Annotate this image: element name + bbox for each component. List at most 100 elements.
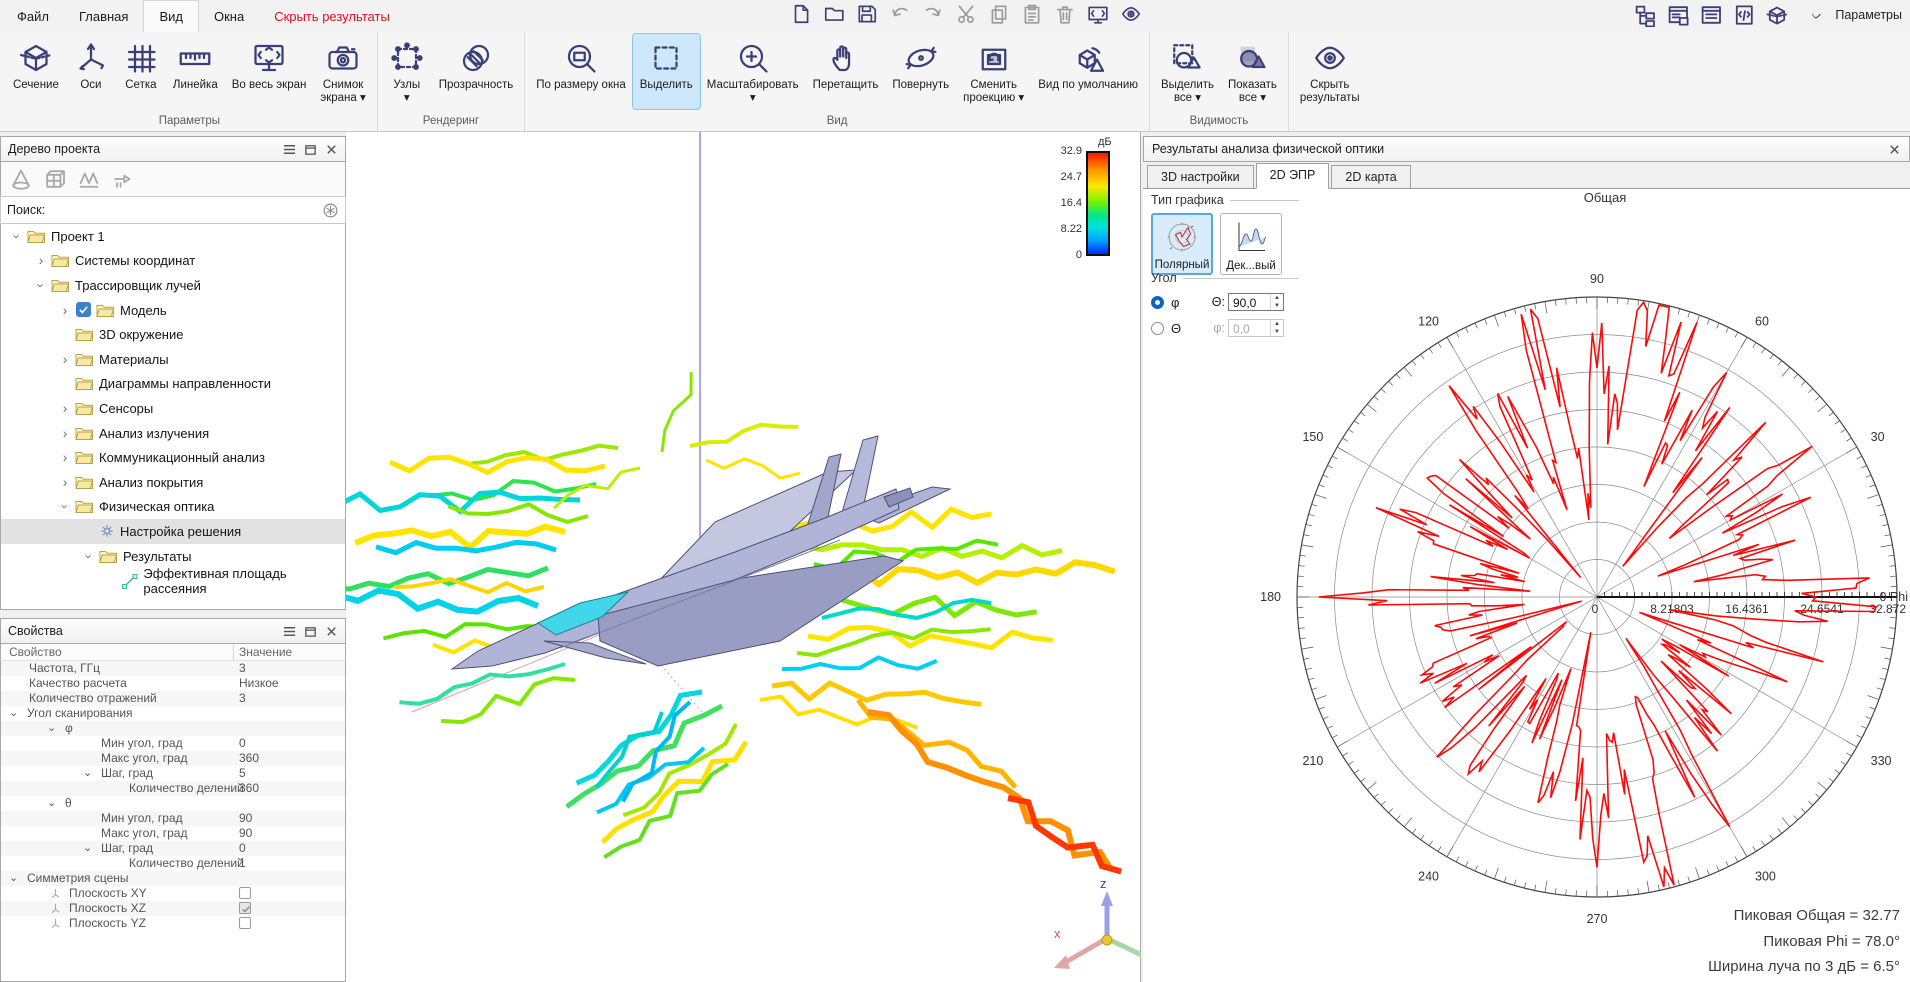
save-icon[interactable] [856, 3, 878, 25]
tree-item-Физическая оптика[interactable]: ›Физическая оптика [1, 495, 345, 520]
menu-tab-Окна[interactable]: Окна [199, 0, 259, 32]
hatch-icon[interactable] [77, 167, 101, 191]
property-row-Количество делений[interactable]: Количество делений360 [1, 781, 345, 796]
property-row-Шаг, град[interactable]: ⌄Шаг, град5 [1, 766, 345, 781]
property-expander[interactable]: ⌄ [9, 706, 18, 721]
menu-icon[interactable] [283, 625, 296, 638]
window-list-icon[interactable] [1666, 3, 1690, 27]
window-props-icon[interactable] [1699, 3, 1723, 27]
chevron-up-icon[interactable]: ᨆ [1812, 8, 1823, 23]
results-tab-3D настройки[interactable]: 3D настройки [1147, 165, 1254, 188]
property-row-Шаг, град[interactable]: ⌄Шаг, град0 [1, 841, 345, 856]
tree-expander[interactable]: › [82, 548, 97, 564]
search-input[interactable] [51, 200, 316, 220]
ribbon-button-grid[interactable]: Сетка [116, 34, 166, 109]
ribbon-button-zoom[interactable]: Масштабировать ▾ [700, 34, 806, 109]
delete-icon[interactable] [1054, 3, 1076, 25]
ribbon-button-rotate[interactable]: Повернуть [885, 34, 956, 109]
undo-icon[interactable] [889, 3, 911, 25]
property-row-Частота, ГГц[interactable]: Частота, ГГц3 [1, 661, 345, 676]
property-checkbox[interactable] [239, 902, 251, 914]
ribbon-button-select[interactable]: Выделить [633, 34, 700, 109]
results-tab-2D ЭПР[interactable]: 2D ЭПР [1256, 163, 1330, 189]
tree-item-Трассировщик лучей[interactable]: ›Трассировщик лучей [1, 273, 345, 298]
close-icon[interactable] [1888, 143, 1901, 156]
redo-icon[interactable] [922, 3, 944, 25]
3d-viewport[interactable]: xyz дБ 32.924.716.48.220 [346, 132, 1141, 982]
tree-item-Настройка решения[interactable]: Настройка решения [1, 519, 345, 544]
tree-expander[interactable]: › [58, 499, 73, 515]
menu-tab-Главная[interactable]: Главная [64, 0, 143, 32]
ribbon-button-fullscreen[interactable]: Во весь экран [225, 34, 314, 109]
ribbon-button-projection[interactable]: Сменить проекцию ▾ [956, 34, 1031, 109]
cut-icon[interactable] [955, 3, 977, 25]
ribbon-button-show-all[interactable]: Показать все ▾ [1221, 34, 1284, 109]
chart-type-polar-plot-icon[interactable]: Полярный [1151, 213, 1213, 275]
property-row-Макс угол, град[interactable]: Макс угол, град360 [1, 751, 345, 766]
raytrace-icon[interactable] [111, 167, 135, 191]
property-expander[interactable]: ⌄ [83, 841, 92, 856]
tree-expander[interactable]: › [33, 253, 50, 269]
chart-type-cartesian-plot-icon[interactable]: Дек...вый [1220, 213, 1282, 275]
property-expander[interactable]: ⌄ [9, 871, 18, 886]
menu-icon[interactable] [283, 143, 296, 156]
ribbon-button-nodes[interactable]: Узлы ▾ [382, 34, 432, 109]
tree-item-Коммуникационный анализ[interactable]: ›Коммуникационный анализ [1, 445, 345, 470]
float-panel-icon[interactable] [304, 143, 317, 156]
ribbon-button-section[interactable]: Сечение [6, 34, 66, 109]
tree-item-Диаграммы направленности[interactable]: Диаграммы направленности [1, 372, 345, 397]
tree-expander[interactable]: › [57, 401, 74, 417]
property-expander[interactable]: ⌄ [83, 766, 92, 781]
ribbon-button-eye[interactable]: Скрыть результаты [1293, 34, 1367, 109]
menu-hide-results[interactable]: Скрыть результаты [259, 0, 405, 32]
ribbon-button-pan[interactable]: Перетащить [806, 34, 886, 109]
angle-radio-Θ[interactable] [1151, 322, 1164, 335]
tree-item-Проект 1[interactable]: ›Проект 1 [1, 224, 345, 249]
property-expander[interactable]: ⌄ [47, 796, 56, 811]
close-icon[interactable] [325, 625, 338, 638]
property-row-Качество расчета[interactable]: Качество расчетаНизкое [1, 676, 345, 691]
copy-icon[interactable] [988, 3, 1010, 25]
ribbon-button-fit[interactable]: По размеру окна [529, 34, 632, 109]
visibility-icon[interactable] [1120, 3, 1142, 25]
property-checkbox[interactable] [239, 917, 251, 929]
tree-item-Результаты[interactable]: ›Результаты [1, 544, 345, 569]
tree-expander[interactable]: › [57, 474, 74, 490]
file-new-icon[interactable] [790, 3, 812, 25]
property-expander[interactable]: ⌄ [47, 721, 56, 736]
property-row-Мин угол, град[interactable]: Мин угол, град0 [1, 736, 345, 751]
screen-fit-icon[interactable] [1087, 3, 1109, 25]
tree-item-Материалы[interactable]: ›Материалы [1, 347, 345, 372]
property-row-Количество делений[interactable]: Количество делений1 [1, 856, 345, 871]
angle-spinner[interactable]: 90,0▲▼ [1228, 293, 1284, 311]
property-row-Плоскость XZ[interactable]: Плоскость XZ [1, 901, 345, 916]
cubegrid-icon[interactable] [43, 167, 67, 191]
close-icon[interactable] [325, 143, 338, 156]
ribbon-button-select-all[interactable]: Выделить все ▾ [1154, 34, 1221, 109]
scheme-tree-icon[interactable] [1633, 3, 1657, 27]
property-row-φ[interactable]: ⌄φ [1, 721, 345, 736]
window-scene-icon[interactable] [1765, 3, 1789, 27]
3d-scene[interactable]: xyz [346, 132, 1141, 982]
tree-item-3D окружение[interactable]: 3D окружение [1, 322, 345, 347]
angle-spinner[interactable]: 0,0▲▼ [1228, 319, 1284, 337]
tree-expander[interactable]: › [57, 302, 74, 318]
property-row-Количество отражений[interactable]: Количество отражений3 [1, 691, 345, 706]
results-tab-2D карта[interactable]: 2D карта [1331, 165, 1410, 188]
ribbon-button-axes[interactable]: Оси [66, 34, 116, 109]
tree-item-Модель[interactable]: ›Модель [1, 298, 345, 323]
angle-radio-φ[interactable] [1151, 296, 1164, 309]
tree-item-Сенсоры[interactable]: ›Сенсоры [1, 396, 345, 421]
cone-icon[interactable] [9, 167, 33, 191]
ribbon-button-default-view[interactable]: Вид по умолчанию [1031, 34, 1145, 109]
property-row-Симметрия сцены[interactable]: ⌄Симметрия сцены [1, 871, 345, 886]
float-panel-icon[interactable] [304, 625, 317, 638]
ribbon-button-transparency[interactable]: Прозрачность [432, 34, 521, 109]
property-row-Макс угол, град[interactable]: Макс угол, град90 [1, 826, 345, 841]
property-row-Мин угол, град[interactable]: Мин угол, град90 [1, 811, 345, 826]
tree-checkbox[interactable] [76, 302, 91, 318]
tree-expander[interactable]: › [57, 425, 74, 441]
tree-expander[interactable]: › [34, 277, 49, 293]
ribbon-button-ruler[interactable]: Линейка [166, 34, 225, 109]
property-row-Плоскость XY[interactable]: Плоскость XY [1, 886, 345, 901]
